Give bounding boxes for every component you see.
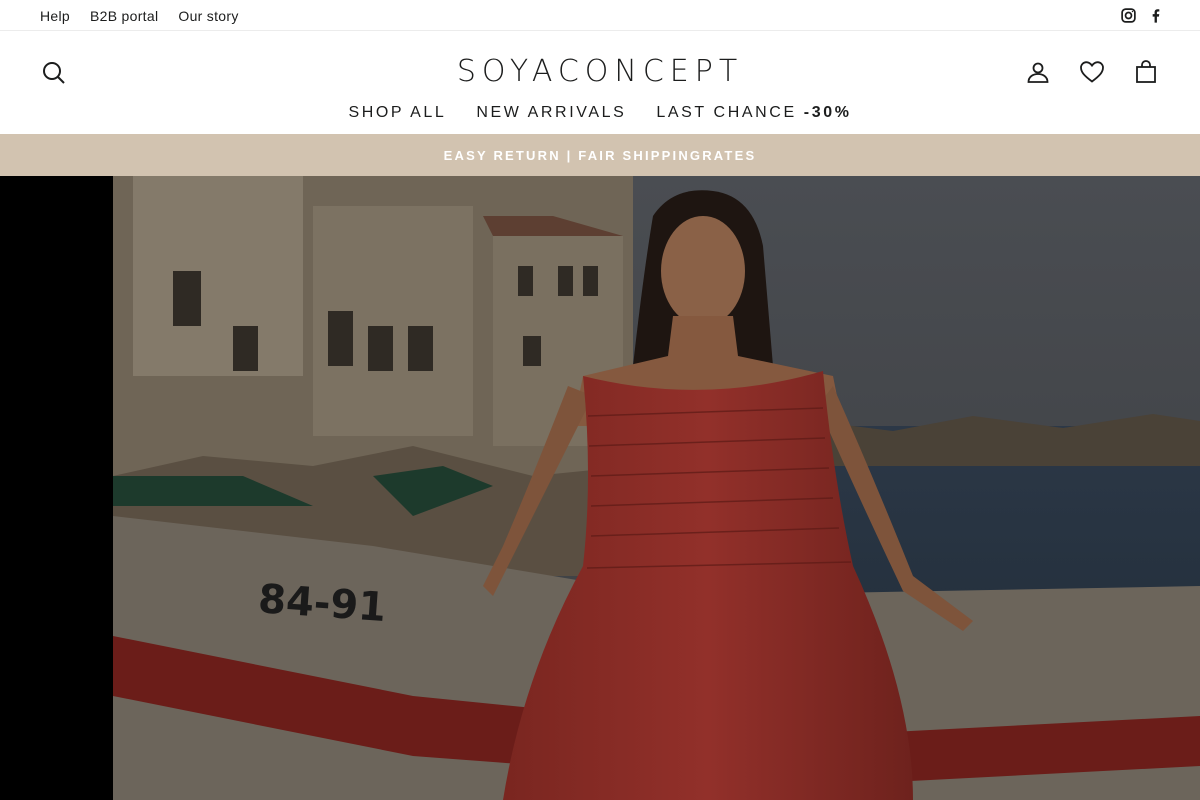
heart-icon[interactable] — [1078, 58, 1106, 86]
nav-discount-badge: -30% — [803, 104, 852, 121]
help-link[interactable]: Help — [40, 8, 70, 24]
utility-bar: Help B2B portal Our story — [0, 0, 1200, 31]
site-header: SOYACONCEPT SHOP ALL NEW ARRIVALS LAST C… — [0, 32, 1200, 134]
utility-links: Help B2B portal Our story — [40, 0, 239, 31]
nav-last-chance[interactable]: LAST CHANCE -30% — [656, 104, 851, 122]
nav-new-arrivals[interactable]: NEW ARRIVALS — [476, 104, 626, 122]
facebook-icon[interactable] — [1147, 7, 1164, 24]
our-story-link[interactable]: Our story — [178, 8, 238, 24]
user-icon[interactable] — [1024, 58, 1052, 86]
site-logo[interactable]: SOYACONCEPT — [0, 54, 1200, 89]
announcement-text: EASY RETURN | FAIR SHIPPINGRATES — [443, 147, 757, 163]
main-nav: SHOP ALL NEW ARRIVALS LAST CHANCE -30% — [0, 104, 1200, 122]
hero-image: 84-91 — [113, 176, 1200, 800]
bag-icon[interactable] — [1132, 58, 1160, 86]
hero-banner[interactable]: 84-91 — [0, 176, 1200, 800]
b2b-portal-link[interactable]: B2B portal — [90, 8, 158, 24]
nav-last-chance-label: LAST CHANCE — [656, 104, 804, 121]
boat-number: 84-91 — [257, 576, 388, 631]
instagram-icon[interactable] — [1120, 7, 1137, 24]
social-links — [1120, 0, 1164, 31]
header-icons — [1024, 58, 1160, 86]
nav-shop-all[interactable]: SHOP ALL — [348, 104, 446, 122]
announcement-bar: EASY RETURN | FAIR SHIPPINGRATES — [0, 134, 1200, 176]
